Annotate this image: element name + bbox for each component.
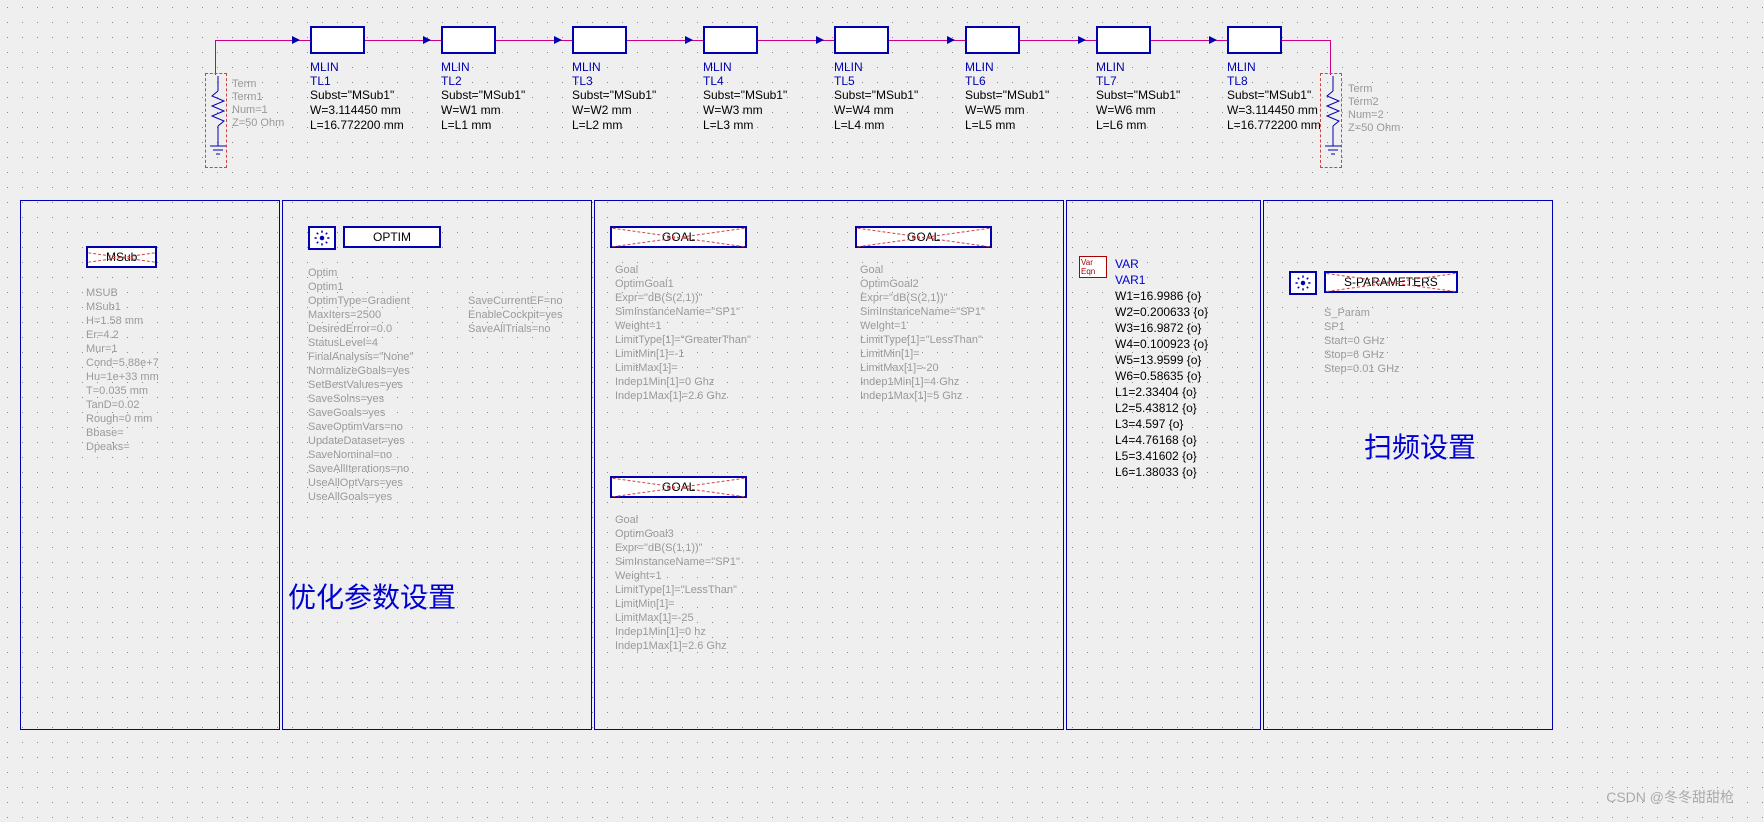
mlin-label-block: MLINTL7Subst="MSub1"W=W6 mmL=L6 mm — [1096, 60, 1226, 133]
var-eqn-icon: VarEqn — [1079, 256, 1107, 278]
sparam-header: S-PARAMETERS — [1324, 271, 1458, 293]
mlin-label-block: MLINTL5Subst="MSub1"W=W4 mmL=L4 mm — [834, 60, 964, 133]
var-box[interactable]: VarEqn VAR VAR1 W1=16.9986 {o}W2=0.20063… — [1066, 200, 1261, 730]
mlin-label-block: MLINTL4Subst="MSub1"W=W3 mmL=L3 mm — [703, 60, 833, 133]
mlin-component[interactable] — [572, 26, 627, 54]
optim-params-1: OptimOptim1OptimType=GradientMaxIters=25… — [308, 266, 413, 504]
goal2-params: GoalOptimGoal2Expr="dB(S(2,1))"SimInstan… — [860, 263, 985, 403]
goals-box[interactable]: GOAL GoalOptimGoal1Expr="dB(S(2,1))"SimI… — [594, 200, 1064, 730]
watermark: CSDN @冬冬甜甜枪 — [1606, 787, 1734, 807]
goal3-header: GOAL — [610, 476, 747, 498]
goal1-params: GoalOptimGoal1Expr="dB(S(2,1))"SimInstan… — [615, 263, 751, 403]
term1-label: Term Term1 Num=1 Z=50 Ohm — [232, 78, 284, 130]
arrow-icon — [947, 36, 955, 44]
mlin-component[interactable] — [441, 26, 496, 54]
gear-icon — [308, 226, 336, 250]
arrow-icon — [554, 36, 562, 44]
mlin-label-block: MLINTL1Subst="MSub1"W=3.114450 mmL=16.77… — [310, 60, 440, 133]
schematic-wire-v — [215, 40, 216, 75]
arrow-icon — [1078, 36, 1086, 44]
msub-box[interactable]: MSub MSUBMSub1H=1.58 mmEr=4.2Mur=1Cond=5… — [20, 200, 280, 730]
arrow-icon — [423, 36, 431, 44]
optim-header: OPTIM — [343, 226, 441, 248]
optim-box[interactable]: OPTIM OptimOptim1OptimType=GradientMaxIt… — [282, 200, 592, 730]
mlin-label-block: MLINTL6Subst="MSub1"W=W5 mmL=L5 mm — [965, 60, 1095, 133]
term1-component[interactable] — [205, 73, 227, 168]
mlin-label-block: MLINTL2Subst="MSub1"W=W1 mmL=L1 mm — [441, 60, 571, 133]
mlin-label-block: MLINTL3Subst="MSub1"W=W2 mmL=L2 mm — [572, 60, 702, 133]
sparam-annotation: 扫频设置 — [1364, 426, 1476, 466]
arrow-icon — [1209, 36, 1217, 44]
arrow-icon — [685, 36, 693, 44]
arrow-icon — [816, 36, 824, 44]
mlin-component[interactable] — [1096, 26, 1151, 54]
sparam-box[interactable]: S-PARAMETERS S_ParamSP1Start=0 GHzStop=6… — [1263, 200, 1553, 730]
mlin-component[interactable] — [1227, 26, 1282, 54]
sparam-params: S_ParamSP1Start=0 GHzStop=6 GHzStep=0.01… — [1324, 306, 1400, 376]
msub-params: MSUBMSub1H=1.58 mmEr=4.2Mur=1Cond=5.88e+… — [86, 286, 159, 454]
mlin-label-block: MLINTL8Subst="MSub1"W=3.114450 mmL=16.77… — [1227, 60, 1357, 133]
var-params: VAR VAR1 W1=16.9986 {o}W2=0.200633 {o}W3… — [1115, 256, 1208, 480]
arrow-icon — [292, 36, 300, 44]
goal1-header: GOAL — [610, 226, 747, 248]
mlin-component[interactable] — [834, 26, 889, 54]
gear-icon — [1289, 271, 1317, 295]
msub-header: MSub — [86, 246, 157, 268]
term-icon — [208, 76, 228, 166]
optim-annotation: 优化参数设置 — [288, 576, 456, 616]
mlin-component[interactable] — [310, 26, 365, 54]
schematic-wire — [215, 40, 1330, 41]
mlin-component[interactable] — [965, 26, 1020, 54]
optim-params-2: SaveCurrentEF=noEnableCockpit=yesSaveAll… — [468, 294, 562, 336]
goal3-params: GoalOptimGoal3Expr="dB(S(1,1))"SimInstan… — [615, 513, 740, 653]
goal2-header: GOAL — [855, 226, 992, 248]
mlin-component[interactable] — [703, 26, 758, 54]
